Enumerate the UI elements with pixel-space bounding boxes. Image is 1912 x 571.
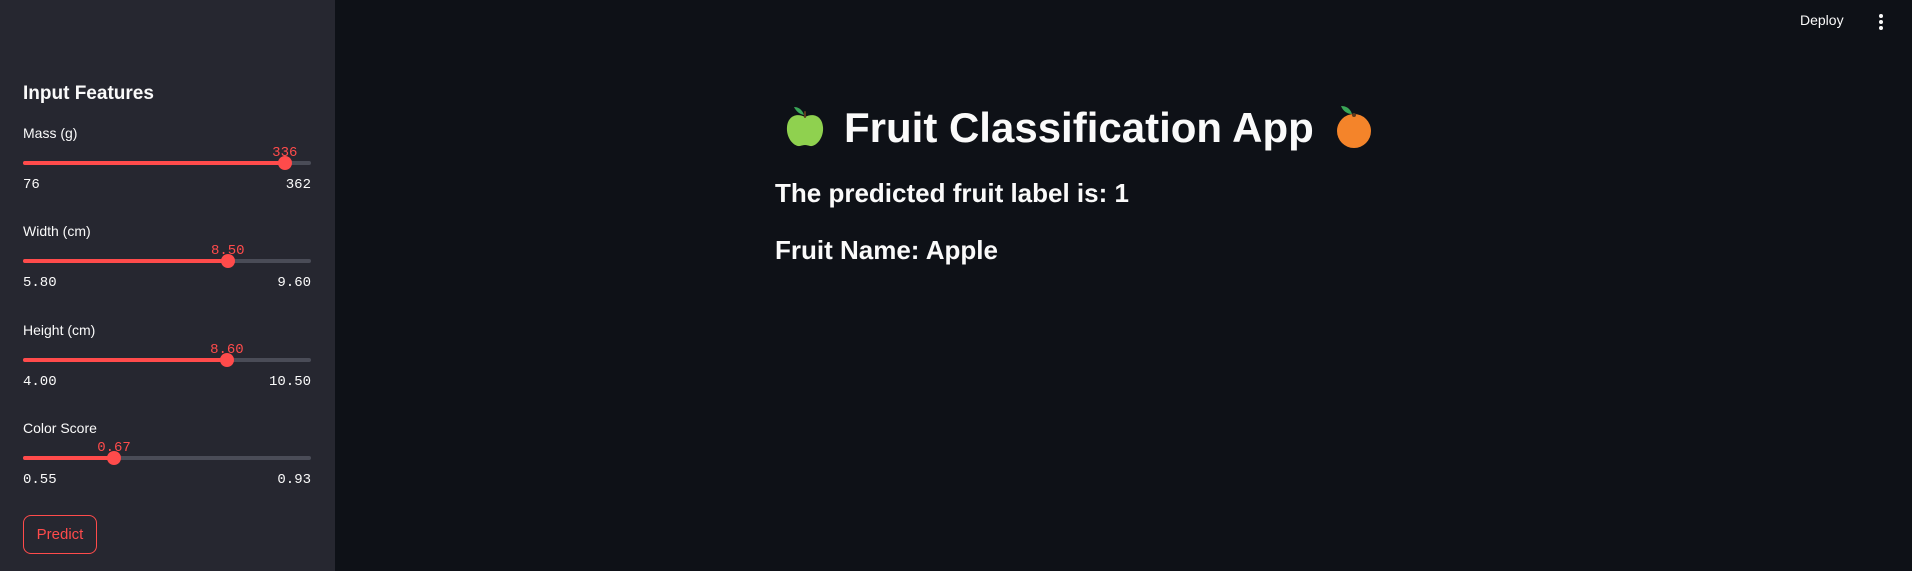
slider-fill: [23, 358, 227, 362]
slider-max: 9.60: [277, 275, 311, 291]
slider-label: Width (cm): [23, 223, 91, 239]
slider-track[interactable]: [23, 254, 311, 268]
slider-fill: [23, 259, 228, 263]
slider-thumb[interactable]: [219, 353, 234, 367]
slider-fill: [23, 161, 285, 165]
slider-label: Color Score: [23, 420, 97, 436]
slider-min: 5.80: [23, 275, 57, 291]
slider-track[interactable]: [23, 353, 311, 367]
slider-max: 0.93: [277, 472, 311, 488]
slider-track[interactable]: [23, 156, 311, 170]
slider-max: 362: [285, 177, 311, 193]
sidebar-title: Input Features: [23, 83, 154, 104]
tangerine-icon: [1334, 103, 1374, 154]
slider-max: 10.50: [268, 374, 311, 390]
slider-track[interactable]: [23, 451, 311, 465]
slider-thumb[interactable]: [277, 156, 292, 170]
sidebar: Input Features Mass (g) 336 76 362 Width…: [0, 0, 335, 571]
slider-label: Mass (g): [23, 125, 78, 141]
slider-min: 76: [23, 177, 40, 193]
deploy-button[interactable]: Deploy: [1800, 12, 1844, 28]
fruit-name-text: Fruit Name: Apple: [775, 235, 998, 265]
slider-thumb[interactable]: [220, 254, 235, 268]
slider-min: 0.55: [23, 472, 57, 488]
slider-height: Height (cm) 8.60 4.00 10.50: [23, 322, 311, 414]
slider-min: 4.00: [23, 374, 57, 390]
slider-color-score: Color Score 0.67 0.55 0.93: [23, 420, 311, 512]
slider-fill: [23, 456, 114, 460]
vertical-ellipsis-icon[interactable]: [1874, 12, 1888, 32]
page-title: Fruit Classification App: [844, 104, 1314, 151]
app: Input Features Mass (g) 336 76 362 Width…: [0, 0, 1912, 571]
slider-mass: Mass (g) 336 76 362: [23, 125, 311, 217]
slider-thumb[interactable]: [107, 451, 121, 465]
predict-button[interactable]: Predict: [23, 515, 97, 554]
prediction-text: The predicted fruit label is: 1: [775, 178, 1129, 208]
green-apple-icon: [782, 103, 828, 154]
slider-label: Height (cm): [23, 322, 96, 338]
slider-width: Width (cm) 8.50 5.80 9.60: [23, 223, 311, 315]
title-row: Fruit Classification App: [782, 100, 1374, 156]
